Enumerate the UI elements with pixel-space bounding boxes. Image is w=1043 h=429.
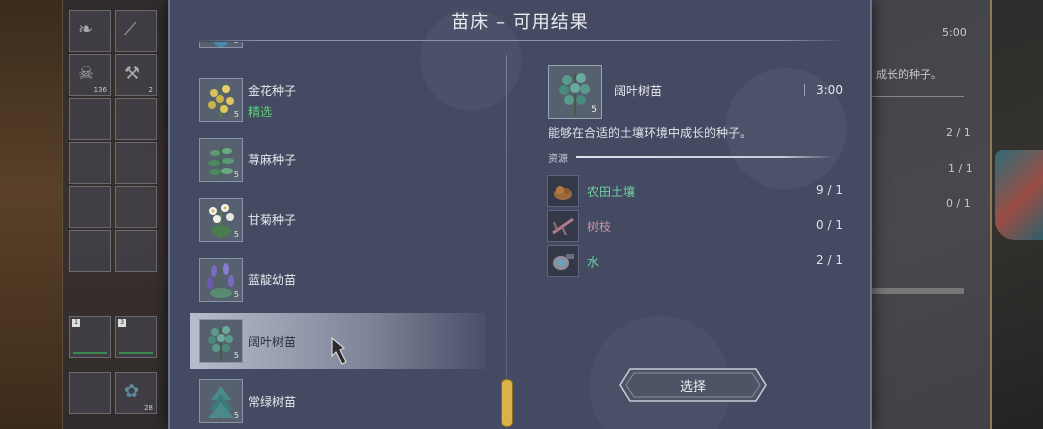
inventory-slot[interactable] <box>69 230 111 272</box>
recipe-thumbnail: 5 <box>199 258 243 302</box>
soil-icon <box>547 175 579 207</box>
title-divider <box>192 40 848 41</box>
hotbar-slot[interactable] <box>69 372 111 414</box>
recipe-item-golden-flower-seed[interactable]: 5 金花种子 精选 <box>190 72 486 128</box>
selected-name: 阔叶树苗 <box>614 84 663 98</box>
background-button <box>868 288 964 294</box>
inventory-slot[interactable] <box>69 186 111 228</box>
select-button-label: 选择 <box>679 380 706 395</box>
quality-badge: 5 <box>233 411 239 420</box>
inventory-slot[interactable] <box>115 230 157 272</box>
recipe-thumbnail: 5 <box>199 42 243 48</box>
durability-bar <box>119 352 153 354</box>
durability-bar <box>73 352 107 354</box>
inventory-slot[interactable] <box>69 142 111 184</box>
inventory-panel: ❧ ⟋ ☠ 136 ⚒ 2 1 3 ✿ 28 <box>62 0 173 429</box>
resource-count: 0 / 1 <box>816 218 843 232</box>
quality-badge: 5 <box>233 351 239 360</box>
recipe-item-nettle-seed[interactable]: 5 荨麻种子 <box>190 132 486 188</box>
resource-name: 农田土壤 <box>587 185 636 199</box>
recipe-tag: 精选 <box>248 105 273 119</box>
background-desc: 成长的种子。 <box>876 68 942 81</box>
recipe-item-evergreen-sapling[interactable]: 5 常绿树苗 <box>190 373 486 429</box>
resource-row-soil: 农田土壤 9 / 1 <box>547 175 847 207</box>
inventory-slot[interactable]: ⚒ 2 <box>115 54 157 96</box>
quality-badge: 5 <box>233 230 239 239</box>
water-icon <box>547 245 579 277</box>
cursor-icon <box>331 336 347 365</box>
hotbar-number: 1 <box>72 319 80 327</box>
selected-thumbnail: 5 <box>548 65 602 119</box>
recipe-thumbnail: 5 <box>199 319 243 363</box>
item-count: 28 <box>144 404 153 412</box>
item-count: 136 <box>93 86 107 94</box>
hotbar-slot[interactable]: ✿ 28 <box>115 372 157 414</box>
recipe-name: 金花种子 <box>248 84 297 98</box>
background-detail-panel: 5:00 成长的种子。 2 / 1 1 / 1 0 / 1 <box>868 0 992 429</box>
recipe-item-indigo-seedling[interactable]: 5 蓝靛幼苗 <box>190 252 486 308</box>
recipe-item-chamomile-seed[interactable]: 5 甘菊种子 <box>190 192 486 248</box>
quality-badge: 5 <box>233 170 239 179</box>
inventory-slot[interactable] <box>115 186 157 228</box>
resource-count: 2 / 1 <box>816 253 843 267</box>
recipe-name: 常绿树苗 <box>248 395 297 409</box>
inventory-slot[interactable]: ⟋ <box>115 10 157 52</box>
recipe-thumbnail: 5 <box>199 379 243 423</box>
recipe-item[interactable]: 5 <box>190 42 486 54</box>
inventory-slot[interactable] <box>115 142 157 184</box>
inventory-slot[interactable] <box>69 98 111 140</box>
background-count: 1 / 1 <box>948 162 973 175</box>
recipe-list[interactable]: 5 5 金花种子 精选 <box>190 42 486 429</box>
separator <box>804 84 805 96</box>
recipe-name: 蓝靛幼苗 <box>248 273 297 287</box>
hotbar-number: 3 <box>118 319 126 327</box>
item-description: 能够在合适的土壤环境中成长的种子。 <box>548 126 753 140</box>
modal-title: 苗床 – 可用结果 <box>451 12 589 33</box>
background-count: 0 / 1 <box>946 197 971 210</box>
inventory-slot[interactable]: ❧ <box>69 10 111 52</box>
quality-badge: 5 <box>233 110 239 119</box>
recipe-name: 荨麻种子 <box>248 153 297 167</box>
resource-count: 9 / 1 <box>816 183 843 197</box>
recipe-name: 甘菊种子 <box>248 213 297 227</box>
select-button[interactable]: 选择 <box>618 367 768 403</box>
background-count: 2 / 1 <box>946 126 971 139</box>
recipe-thumbnail: 5 <box>199 138 243 182</box>
recipe-thumbnail: 5 <box>199 78 243 122</box>
scrollbar-thumb[interactable] <box>501 379 513 427</box>
quality-badge: 5 <box>591 105 597 115</box>
hotbar-slot[interactable]: 3 <box>115 316 157 358</box>
inventory-slot[interactable]: ☠ 136 <box>69 54 111 96</box>
recipe-thumbnail: 5 <box>199 198 243 242</box>
item-icon: ❧ <box>78 19 94 40</box>
list-divider <box>506 55 507 429</box>
resource-row-water: 水 2 / 1 <box>547 245 847 277</box>
branch-icon <box>547 210 579 242</box>
tool-icon: ⚒ <box>124 63 141 84</box>
resource-row-branch: 树枝 0 / 1 <box>547 210 847 242</box>
inventory-slot[interactable] <box>115 98 157 140</box>
quality-badge: 5 <box>233 290 239 299</box>
hotbar-slot[interactable]: 1 <box>69 316 111 358</box>
resource-name: 水 <box>587 255 600 269</box>
item-icon: ⟋ <box>124 19 137 40</box>
resource-name: 树枝 <box>587 220 612 234</box>
skull-icon: ☠ <box>78 63 95 84</box>
item-count: 2 <box>148 86 153 94</box>
quality-badge: 5 <box>234 42 239 45</box>
seedbed-modal: 苗床 – 可用结果 5 5 金花种子 精选 <box>168 0 872 429</box>
creature-silhouette <box>995 150 1043 240</box>
recipe-name: 阔叶树苗 <box>248 335 297 349</box>
resources-divider <box>576 156 834 158</box>
craft-time: 3:00 <box>816 83 843 97</box>
resources-label: 资源 <box>548 154 568 165</box>
background-time: 5:00 <box>942 26 967 39</box>
plant-icon: ✿ <box>124 381 140 402</box>
divider <box>868 96 964 97</box>
